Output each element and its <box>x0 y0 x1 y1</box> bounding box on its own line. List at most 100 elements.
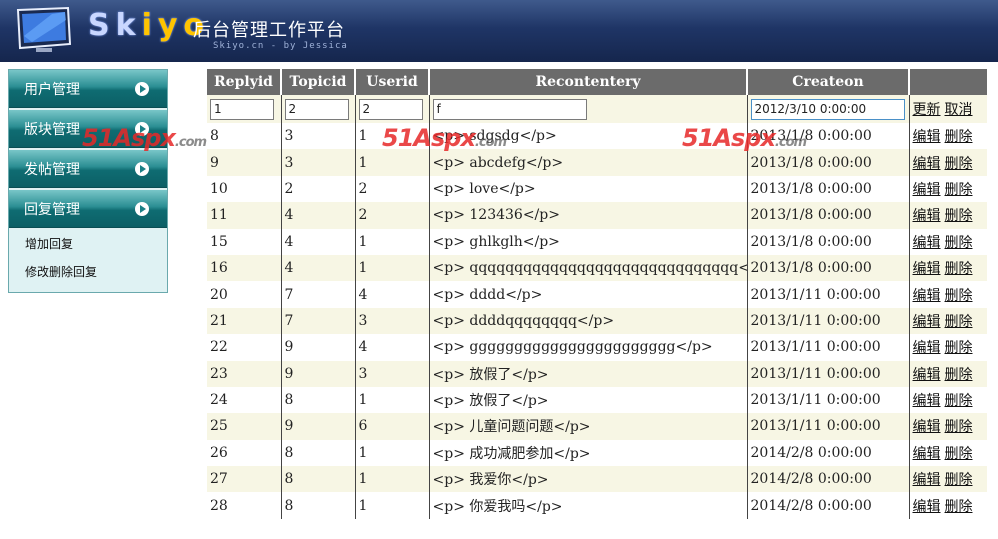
delete-link[interactable]: 删除 <box>945 208 973 224</box>
table-row: 28 8 1 <p> 你爱我吗</p> 2014/2/8 0:00:00 编辑 删除 <box>207 492 987 519</box>
table-row: 8 3 1 <p> sdgsdg</p> 2013/1/8 0:00:00 编辑 删除 <box>207 123 987 150</box>
delete-link[interactable]: 删除 <box>945 393 973 409</box>
delete-link[interactable]: 删除 <box>945 129 973 145</box>
delete-link[interactable]: 删除 <box>945 472 973 488</box>
cell-actions: 编辑 删除 <box>909 254 987 282</box>
cell-createon: 2013/1/8 0:00:00 <box>747 202 910 229</box>
cell-replyid: 26 <box>207 439 282 467</box>
delete-link[interactable]: 删除 <box>945 340 973 356</box>
submenu-edit-delete-reply[interactable]: 修改删除回复 <box>9 258 167 286</box>
cell-content: <p> ddddqqqqqqqq</p> <box>429 307 748 335</box>
topicid-input[interactable] <box>284 98 349 120</box>
menu-post-management[interactable]: 发帖管理 <box>9 150 167 188</box>
cell-userid: 3 <box>355 307 430 335</box>
delete-link[interactable]: 删除 <box>945 182 973 198</box>
edit-link[interactable]: 编辑 <box>913 393 941 409</box>
edit-link[interactable]: 编辑 <box>913 367 941 383</box>
submenu-add-reply[interactable]: 增加回复 <box>9 230 167 258</box>
header-userid[interactable]: Userid <box>355 69 430 95</box>
cell-userid: 4 <box>355 334 430 361</box>
edit-link[interactable]: 编辑 <box>913 261 941 277</box>
table-row: 15 4 1 <p> ghlkglh</p> 2013/1/8 0:00:00 编辑 删除 <box>207 228 987 255</box>
cell-topicid: 8 <box>281 439 356 467</box>
cell-actions: 编辑 删除 <box>909 175 987 203</box>
cell-replyid: 28 <box>207 492 282 519</box>
cell-userid: 2 <box>355 202 430 229</box>
cell-userid: 1 <box>355 149 430 176</box>
cell-replyid: 25 <box>207 413 282 440</box>
delete-link[interactable]: 删除 <box>945 235 973 251</box>
table-row: 26 8 1 <p> 成功减肥参加</p> 2014/2/8 0:00:00 编辑 删除 <box>207 439 987 467</box>
cell-actions: 编辑 删除 <box>909 492 987 519</box>
userid-input[interactable] <box>358 98 423 120</box>
cell-createon: 2013/1/8 0:00:00 <box>747 175 910 203</box>
edit-link[interactable]: 编辑 <box>913 156 941 172</box>
edit-link[interactable]: 编辑 <box>913 129 941 145</box>
cell-replyid: 23 <box>207 360 282 387</box>
header-topicid[interactable]: Topicid <box>281 69 356 95</box>
delete-link[interactable]: 删除 <box>945 419 973 435</box>
update-link[interactable]: 更新 <box>913 102 941 118</box>
arrow-right-icon <box>135 122 149 136</box>
edit-link[interactable]: 编辑 <box>913 446 941 462</box>
delete-link[interactable]: 删除 <box>945 156 973 172</box>
replyid-input[interactable] <box>210 98 274 120</box>
edit-link[interactable]: 编辑 <box>913 314 941 330</box>
cell-actions: 编辑 删除 <box>909 413 987 440</box>
cell-content: <p> abcdefg</p> <box>429 149 748 176</box>
cell-userid: 1 <box>355 254 430 282</box>
edit-link[interactable]: 编辑 <box>913 288 941 304</box>
table-row: 22 9 4 <p> ggggggggggggggggggggggg</p> 2013/… <box>207 334 987 361</box>
cell-actions: 编辑 删除 <box>909 123 987 150</box>
cell-userid: 2 <box>355 175 430 203</box>
header-createon[interactable]: Createon <box>747 69 910 95</box>
header-recontentery[interactable]: Recontentery <box>429 69 748 95</box>
delete-link[interactable]: 删除 <box>945 261 973 277</box>
table-row: 24 8 1 <p> 放假了</p> 2013/1/11 0:00:00 编辑 删除 <box>207 386 987 414</box>
table-header-row: Replyid Topicid Userid Recontentery Crea… <box>207 69 987 95</box>
menu-board-management[interactable]: 版块管理 <box>9 110 167 148</box>
cell-replyid: 21 <box>207 307 282 335</box>
menu-label: 发帖管理 <box>24 161 80 178</box>
table-row: 11 4 2 <p> 123436</p> 2013/1/8 0:00:00 编辑 删除 <box>207 202 987 229</box>
cell-topicid: 4 <box>281 254 356 282</box>
content-input[interactable] <box>432 98 587 120</box>
cell-replyid: 11 <box>207 202 282 229</box>
delete-link[interactable]: 删除 <box>945 288 973 304</box>
cell-topicid: 9 <box>281 360 356 387</box>
cell-actions: 编辑 删除 <box>909 466 987 493</box>
table-row: 9 3 1 <p> abcdefg</p> 2013/1/8 0:00:00 编辑 删除 <box>207 149 987 176</box>
table-row: 25 9 6 <p> 儿童问题问题</p> 2013/1/11 0:00:00 编辑 删除 <box>207 413 987 440</box>
table-row: 23 9 3 <p> 放假了</p> 2013/1/11 0:00:00 编辑 删除 <box>207 360 987 387</box>
delete-link[interactable]: 删除 <box>945 367 973 383</box>
menu-label: 版块管理 <box>24 121 80 138</box>
delete-link[interactable]: 删除 <box>945 499 973 515</box>
cell-replyid: 9 <box>207 149 282 176</box>
brand-logo: Skiyo <box>88 8 211 43</box>
edit-link[interactable]: 编辑 <box>913 235 941 251</box>
edit-link[interactable]: 编辑 <box>913 182 941 198</box>
menu-label: 用户管理 <box>24 81 80 98</box>
edit-link[interactable]: 编辑 <box>913 419 941 435</box>
delete-link[interactable]: 删除 <box>945 446 973 462</box>
cancel-link[interactable]: 取消 <box>945 102 973 118</box>
cell-content: <p> qqqqqqqqqqqqqqqqqqqqqqqqqqqqqq</p> <box>429 254 748 282</box>
edit-link[interactable]: 编辑 <box>913 208 941 224</box>
edit-link[interactable]: 编辑 <box>913 340 941 356</box>
createon-input[interactable] <box>750 98 905 120</box>
cell-createon: 2013/1/11 0:00:00 <box>747 307 910 335</box>
delete-link[interactable]: 删除 <box>945 314 973 330</box>
menu-reply-management[interactable]: 回复管理 <box>9 190 167 228</box>
menu-user-management[interactable]: 用户管理 <box>9 70 167 108</box>
cell-content: <p> dddd</p> <box>429 281 748 308</box>
cell-topicid: 9 <box>281 413 356 440</box>
reply-table: Replyid Topicid Userid Recontentery Crea… <box>207 69 987 519</box>
cell-actions: 编辑 删除 <box>909 307 987 335</box>
header-replyid[interactable]: Replyid <box>207 69 282 95</box>
monitor-logo-icon <box>16 6 72 52</box>
edit-link[interactable]: 编辑 <box>913 472 941 488</box>
edit-link[interactable]: 编辑 <box>913 499 941 515</box>
cell-createon: 2013/1/8 0:00:00 <box>747 228 910 255</box>
table-row: 20 7 4 <p> dddd</p> 2013/1/11 0:00:00 编辑 删除 <box>207 281 987 308</box>
cell-content: <p> 成功减肥参加</p> <box>429 439 748 467</box>
